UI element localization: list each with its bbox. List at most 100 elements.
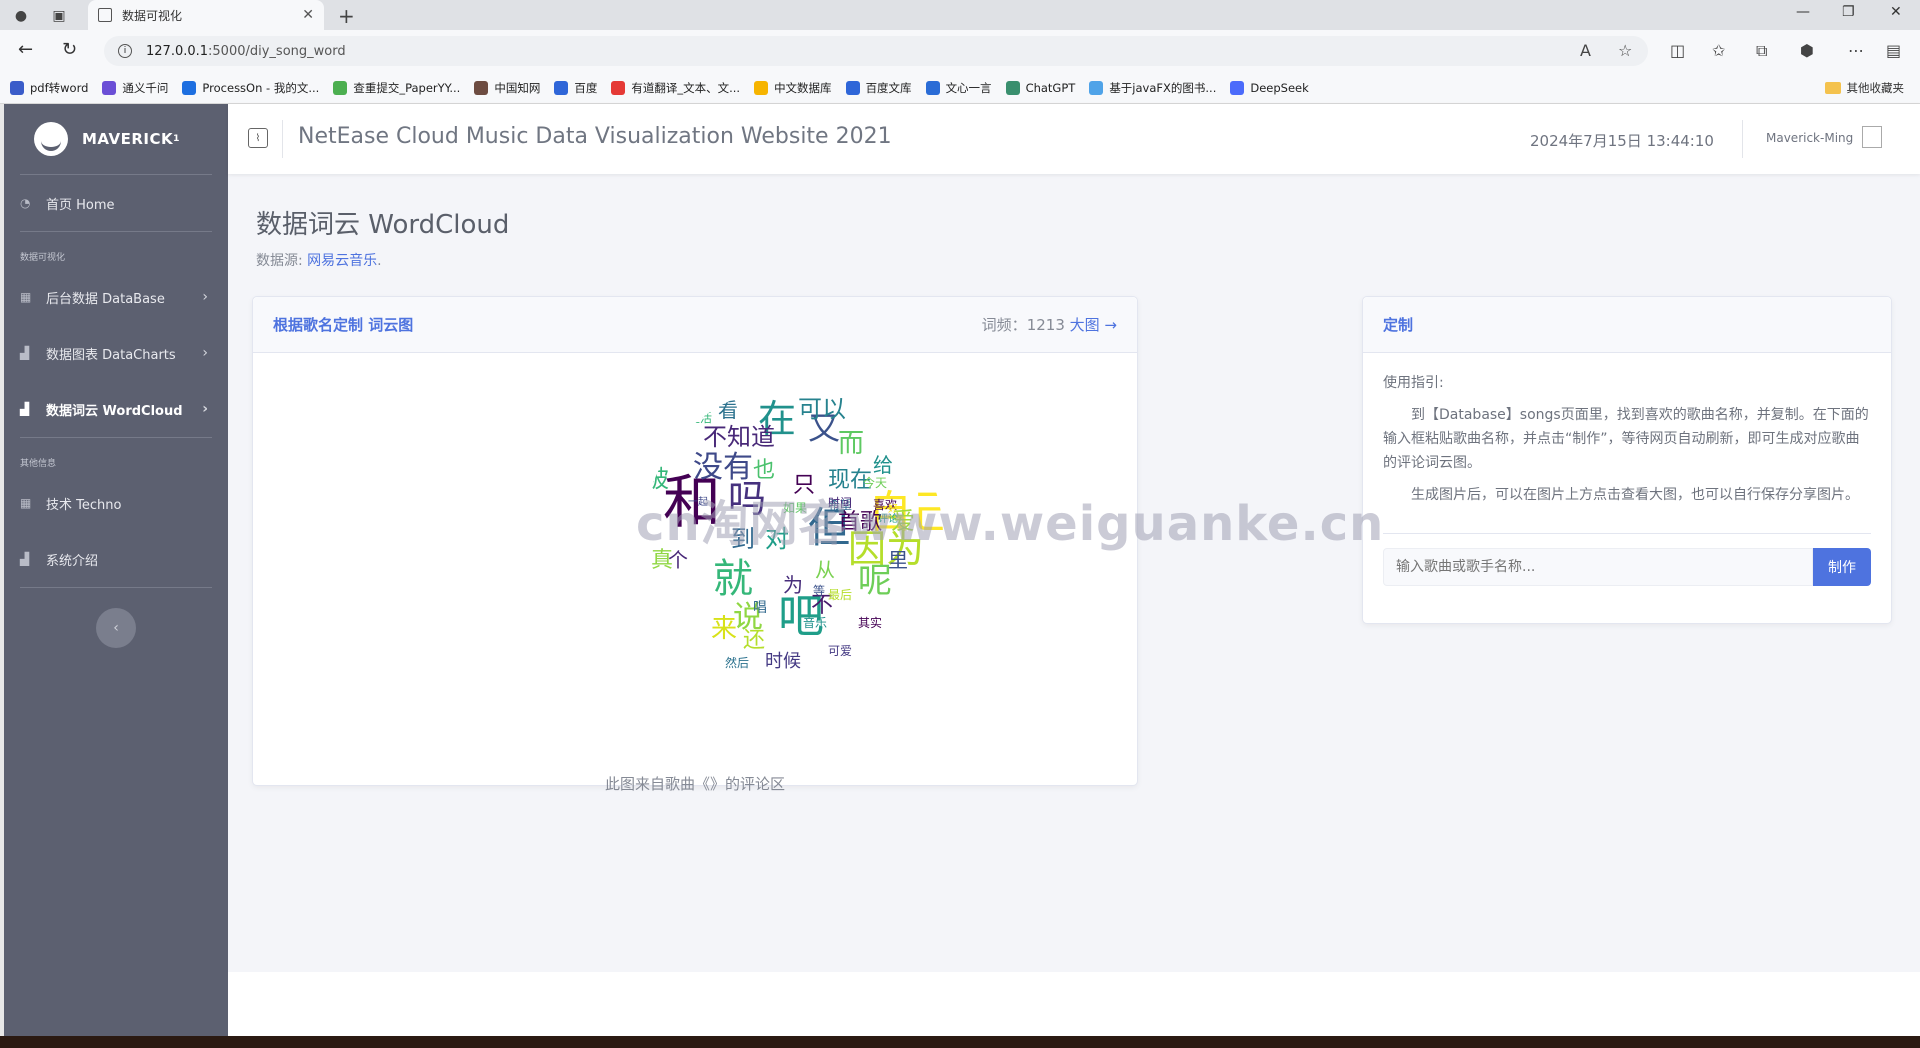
wordcloud-word: 评论 — [878, 512, 898, 525]
bookmark-item[interactable]: DeepSeek — [1230, 80, 1309, 95]
wordcloud-word: 一起 — [688, 496, 708, 508]
bookmark-item[interactable]: ProcessOn - 我的文... — [182, 80, 319, 96]
page-subtitle: 数据源: 网易云音乐. — [256, 250, 382, 270]
more-icon[interactable]: ⋯ — [1848, 41, 1864, 60]
browser-tab[interactable]: 数据可视化 ✕ — [88, 0, 324, 30]
bookmark-item[interactable]: 文心一言 — [925, 80, 992, 96]
bookmark-item[interactable]: ChatGPT — [1005, 80, 1076, 95]
sidebar-toggle-icon[interactable]: ▤ — [1886, 41, 1901, 60]
bookmark-label: ChatGPT — [1025, 80, 1076, 95]
source-link[interactable]: 网易云音乐 — [307, 253, 377, 269]
wordcloud-word: 到 — [731, 525, 755, 553]
bookmark-item[interactable]: 中国知网 — [474, 80, 540, 96]
profile-icon[interactable]: ● — [10, 5, 32, 27]
freq-value: 1213 — [1026, 316, 1065, 334]
username[interactable]: Maverick-Ming — [1766, 131, 1853, 145]
read-aloud-icon[interactable]: A — [1580, 41, 1591, 60]
card-title: 定制 — [1383, 316, 1414, 334]
tab-title: 数据可视化 — [122, 8, 183, 23]
bookmark-item[interactable]: pdf转word — [10, 80, 88, 96]
bookmark-item[interactable]: 查重提交_PaperYY... — [333, 80, 460, 96]
guide-paragraph-2: 生成图片后，可以在图片上方点击查看大图，也可以自行保存分享图片。 — [1411, 487, 1859, 503]
wordcloud-word: 对 — [765, 525, 789, 553]
bookmark-favicon-icon — [1005, 80, 1020, 95]
back-icon[interactable]: ← — [18, 39, 33, 60]
extensions-icon[interactable]: ⬢ — [1800, 41, 1814, 60]
area-chart-icon: ▟ — [20, 402, 30, 416]
wordcloud-image[interactable]: 和吗就在 又自己但因为吧没有不知道可以说呢首歌而到 对爱来 还被个 里只看也时候给真现在… — [633, 377, 953, 697]
bookmark-label: 查重提交_PaperYY... — [353, 80, 461, 95]
close-tab-icon[interactable]: ✕ — [302, 7, 314, 23]
chevron-right-icon: › — [202, 289, 208, 305]
wordcloud-word: 而 — [838, 429, 864, 459]
sidebar-item-label: 数据词云 WordCloud — [46, 403, 183, 419]
wordcloud-word: 就 — [713, 556, 753, 602]
tab-actions-icon[interactable]: ▣ — [48, 5, 70, 27]
wordcloud-word: 然后 — [725, 655, 749, 670]
site-info-icon[interactable]: i — [118, 44, 132, 58]
bookmark-favicon-icon — [925, 80, 940, 95]
wordcloud-word: 其实 — [858, 615, 882, 630]
source-suffix: . — [377, 253, 382, 269]
sidebar-item-datacharts[interactable]: ▟ 数据图表 DataCharts › — [4, 325, 228, 381]
new-tab-icon[interactable]: + — [338, 4, 355, 28]
bookmark-item[interactable]: 有道翻译_文本、文... — [611, 80, 740, 96]
guide-paragraph-1: 到【Database】songs页面里，找到喜欢的歌曲名称，并复制。在下面的输入… — [1383, 407, 1869, 471]
chevron-right-icon: › — [202, 345, 208, 361]
bookmark-favicon-icon — [333, 80, 348, 95]
wordcloud-word: 呢 — [858, 561, 892, 601]
favorites-icon[interactable]: ✩ — [1712, 41, 1725, 60]
folder-icon — [1824, 82, 1841, 94]
sidebar-item-home[interactable]: ◔ 首页 Home — [4, 175, 228, 231]
favorite-star-icon[interactable]: ☆ — [1618, 41, 1632, 60]
sidebar: MAVERICK 1 ◔ 首页 Home 数据可视化 ▦ 后台数据 DataBas… — [4, 104, 228, 1036]
minimize-icon[interactable]: — — [1796, 4, 1810, 20]
sidebar-item-label: 后台数据 DataBase — [46, 291, 165, 307]
wordcloud-word: 给 — [873, 453, 893, 477]
wordcloud-word: 为 — [783, 573, 803, 597]
brand[interactable]: MAVERICK 1 — [4, 104, 228, 174]
song-search-input[interactable] — [1383, 548, 1813, 586]
url-field[interactable]: i 127.0.0.1:5000/diy_song_word — [104, 36, 1648, 66]
refresh-icon[interactable]: ↻ — [62, 39, 77, 60]
restore-icon[interactable]: ❐ — [1842, 4, 1855, 20]
bookmark-favicon-icon — [754, 80, 769, 95]
bookmark-item[interactable]: 中文数据库 — [754, 80, 832, 96]
line-chart-icon[interactable]: ⌇ — [248, 128, 268, 148]
split-screen-icon[interactable]: ◫ — [1670, 41, 1685, 60]
wordcloud-word: 时间 — [828, 496, 852, 510]
bookmark-favicon-icon — [845, 80, 860, 95]
bookmark-label: 百度文库 — [865, 80, 912, 95]
other-bookmarks-label: 其他收藏夹 — [1846, 81, 1905, 95]
divider — [1383, 533, 1871, 534]
sidebar-collapse-button[interactable]: ‹ — [96, 608, 136, 648]
bookmark-label: 中文数据库 — [774, 80, 832, 95]
datetime: 2024年7月15日 13:44:10 — [1530, 132, 1714, 150]
wordcloud-word: 只 — [793, 473, 815, 498]
bookmark-item[interactable]: 通义千问 — [102, 80, 168, 96]
site-title: NetEase Cloud Music Data Visualization W… — [298, 124, 892, 149]
sidebar-item-intro[interactable]: ▟ 系统介绍 — [4, 531, 228, 587]
card-header: 定制 — [1363, 297, 1891, 353]
bookmark-item[interactable]: 百度 — [554, 80, 597, 96]
card-header: 根据歌名定制 词云图 词频：1213 大图 → — [253, 297, 1137, 353]
big-image-link[interactable]: 大图 → — [1070, 316, 1117, 334]
wordcloud-word: 音乐 — [803, 615, 827, 630]
bookmark-label: 百度 — [574, 80, 598, 95]
wordcloud-word: 如果 — [783, 500, 807, 515]
bookmark-favicon-icon — [611, 80, 626, 95]
close-window-icon[interactable]: ✕ — [1890, 4, 1902, 20]
collections-icon[interactable]: ⧉ — [1756, 41, 1767, 61]
wordcloud-word: 来 — [711, 614, 737, 644]
avatar[interactable] — [1862, 126, 1882, 148]
wordcloud-card: 根据歌名定制 词云图 词频：1213 大图 → 和吗就在又自己但因为吧没有 不知道… — [252, 296, 1138, 793]
bookmark-item[interactable]: 基于javaFX的图书... — [1089, 80, 1216, 96]
sidebar-item-wordcloud[interactable]: ▟ 数据词云 WordCloud › — [4, 381, 228, 437]
make-button[interactable]: 制作 — [1813, 548, 1871, 586]
sidebar-item-techno[interactable]: ▦ 技术 Techno — [4, 475, 228, 531]
wordcloud-word: 被 — [645, 465, 669, 493]
bookmark-item[interactable]: 百度文库 — [845, 80, 912, 96]
wordcloud-word: 真 — [651, 548, 673, 573]
other-bookmarks[interactable]: 其他收藏夹 — [1824, 80, 1905, 96]
sidebar-item-database[interactable]: ▦ 后台数据 DataBase › — [4, 269, 228, 325]
